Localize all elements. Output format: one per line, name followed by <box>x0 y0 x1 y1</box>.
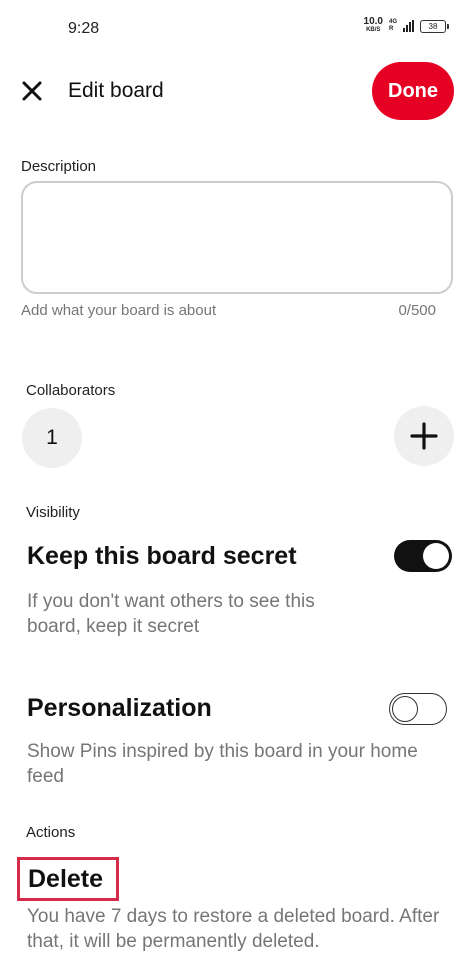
battery-icon: 38 <box>420 19 449 33</box>
actions-label: Actions <box>26 824 76 841</box>
network-type: 4G R <box>389 19 397 33</box>
page-title: Edit board <box>68 79 164 102</box>
network-speed-value: 10.0 <box>363 16 383 27</box>
close-icon <box>22 81 42 101</box>
done-button[interactable]: Done <box>372 62 454 120</box>
personalization-description: Show Pins inspired by this board in your… <box>27 741 418 787</box>
personalization-title: Personalization <box>27 694 212 722</box>
delete-description: You have 7 days to restore a deleted boa… <box>27 906 440 952</box>
visibility-label: Visibility <box>26 504 80 521</box>
network-type-bottom: R <box>388 26 394 32</box>
network-speed: 10.0 KB/S <box>363 16 383 34</box>
delete-label: Delete <box>28 864 104 893</box>
collaborators-count[interactable]: 1 <box>22 408 82 468</box>
toggle-knob <box>423 543 449 569</box>
description-input[interactable] <box>21 181 453 294</box>
secret-board-description: If you don't want others to see this boa… <box>27 591 315 637</box>
plus-icon <box>410 422 438 450</box>
personalization-toggle[interactable] <box>389 693 447 725</box>
secret-board-toggle[interactable] <box>394 540 452 572</box>
battery-level: 38 <box>428 21 438 31</box>
header: Edit board Done <box>0 60 474 122</box>
secret-board-title: Keep this board secret <box>27 542 297 570</box>
status-indicators: 10.0 KB/S 4G R 38 <box>363 16 449 34</box>
network-type-top: 4G <box>388 19 397 25</box>
close-button[interactable] <box>16 75 48 107</box>
description-label: Description <box>21 158 97 175</box>
status-time: 9:28 <box>68 20 100 37</box>
status-bar: 9:28 10.0 KB/S 4G R 38 <box>0 0 474 60</box>
delete-button[interactable]: Delete <box>17 857 119 901</box>
description-counter: 0/500 <box>398 302 436 319</box>
description-hint: Add what your board is about <box>21 302 217 319</box>
collaborators-label: Collaborators <box>26 382 116 399</box>
network-speed-unit: KB/S <box>366 27 381 33</box>
collaborators-count-value: 1 <box>46 426 58 449</box>
add-collaborator-button[interactable] <box>394 406 454 466</box>
signal-strength-icon <box>403 20 414 32</box>
toggle-knob <box>392 696 418 722</box>
